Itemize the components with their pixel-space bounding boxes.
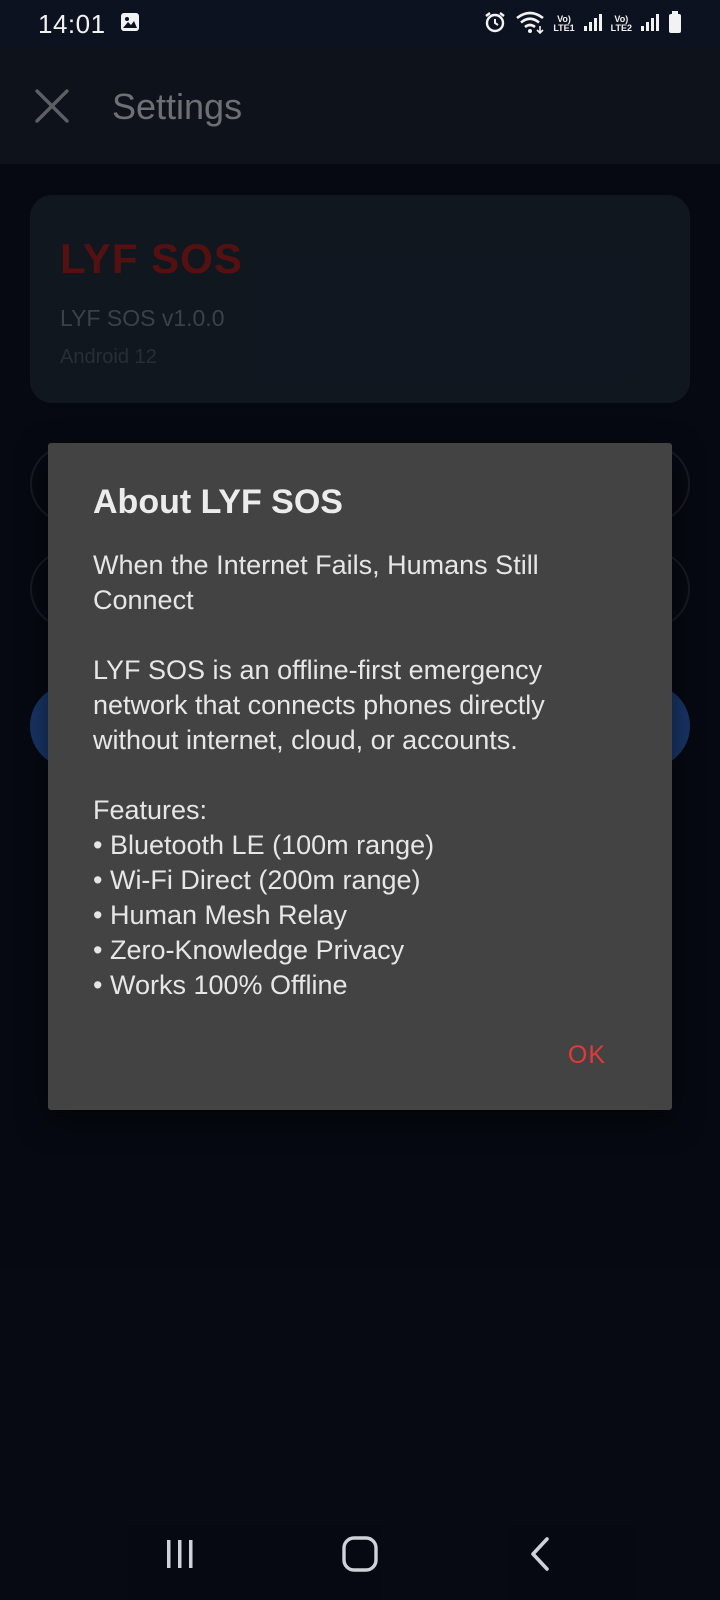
sim2-volte-label: Vo) LTE2 bbox=[611, 15, 632, 33]
signal-icon bbox=[640, 12, 660, 37]
back-icon bbox=[531, 1537, 549, 1571]
sim1-volte-label: Vo) LTE1 bbox=[553, 15, 574, 33]
sim2-label-bottom: LTE2 bbox=[610, 23, 632, 33]
battery-icon bbox=[668, 10, 682, 39]
status-right: Vo) LTE1 Vo) LTE2 bbox=[483, 10, 682, 39]
alarm-icon bbox=[483, 10, 507, 39]
navigation-bar bbox=[0, 1508, 720, 1600]
signal-icon bbox=[583, 12, 603, 37]
gallery-icon bbox=[120, 12, 140, 37]
ok-button[interactable]: OK bbox=[568, 1041, 606, 1070]
dialog-title: About LYF SOS bbox=[93, 483, 343, 521]
home-button[interactable] bbox=[330, 1524, 390, 1584]
status-bar: 14:01 Vo) LTE1 Vo) LTE2 bbox=[0, 0, 720, 48]
recents-button[interactable] bbox=[150, 1524, 210, 1584]
home-icon bbox=[342, 1536, 378, 1572]
about-dialog: About LYF SOS When the Internet Fails, H… bbox=[48, 443, 672, 1110]
status-left: 14:01 bbox=[38, 9, 140, 40]
back-button[interactable] bbox=[510, 1524, 570, 1584]
status-time: 14:01 bbox=[38, 8, 106, 39]
wifi-icon bbox=[515, 10, 545, 39]
screen: 14:01 Vo) LTE1 Vo) LTE2 Settings LYF SOS… bbox=[0, 0, 720, 1600]
dialog-message: When the Internet Fails, Humans Still Co… bbox=[93, 550, 545, 1000]
recents-icon bbox=[167, 1540, 193, 1568]
sim1-label-bottom: LTE1 bbox=[553, 23, 575, 33]
